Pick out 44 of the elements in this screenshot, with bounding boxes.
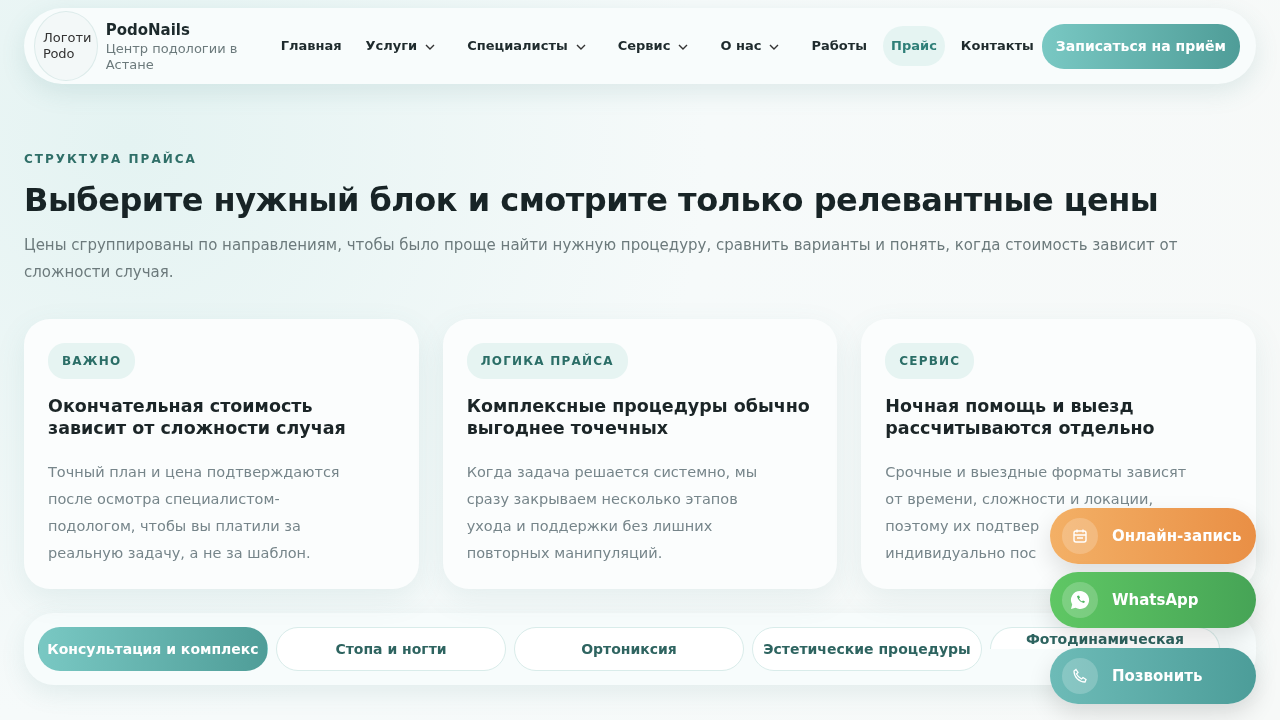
card-text-line: повторных манипуляций. bbox=[466, 544, 663, 563]
nav-link[interactable]: Главная bbox=[272, 26, 350, 66]
brand-name[interactable]: PodoNails bbox=[105, 18, 241, 41]
section-eyebrow: СТРУКТУРА ПРАЙСА bbox=[24, 150, 198, 168]
card-text-line: от времени, сложности и локации, bbox=[885, 490, 1154, 509]
category-tab[interactable]: Эстетические процедуры bbox=[752, 627, 982, 671]
card-text-line: Когда задача решается системно, мы bbox=[466, 463, 758, 482]
card-text-line: Срочные и выездные форматы зависят bbox=[885, 463, 1187, 482]
logo-alt-text: Podo bbox=[43, 46, 76, 63]
chevron-down-icon bbox=[678, 43, 689, 50]
card-tag: СЕРВИС bbox=[885, 343, 975, 379]
card-text-line: подологом, чтобы вы платили за bbox=[48, 517, 301, 536]
brand-tagline: Центр подологии в Астане bbox=[105, 41, 239, 74]
section-title: Выберите нужный блок и смотрите только релевантные цены bbox=[24, 180, 1160, 221]
card-text-line: после осмотра специалистом- bbox=[48, 490, 280, 509]
card-title: Окончательная стоимость зависит от сложности случая bbox=[48, 395, 347, 440]
nav-link[interactable]: Контакты bbox=[952, 26, 1042, 66]
phone-icon bbox=[1072, 668, 1088, 684]
nav-link[interactable]: Услуги bbox=[357, 26, 444, 66]
card-title: Ночная помощь и выезд рассчитываются отдельно bbox=[885, 395, 1156, 440]
category-tab[interactable]: Ортониксия bbox=[514, 627, 744, 671]
card-title: Комплексные процедуры обычно выгоднее точечных bbox=[466, 395, 811, 440]
calendar-icon bbox=[1072, 528, 1088, 544]
nav-link[interactable]: О нас bbox=[712, 26, 788, 66]
card-text-line: реальную задачу, а не за шаблон. bbox=[48, 544, 311, 563]
section-description: Цены сгруппированы по направлениям, чтобы было проще найти нужную процедуру, сравнить варианты и понять, когда стоимость зависит от сложности случая. bbox=[24, 235, 1179, 283]
card-text-line: ухода и поддержки без лишних bbox=[466, 517, 713, 536]
chevron-down-icon bbox=[575, 43, 586, 50]
card-tag: ЛОГИКА ПРАЙСА bbox=[466, 343, 628, 379]
card-text-line: индивидуально пос bbox=[885, 544, 1037, 563]
logo-alt-text: Логоти bbox=[43, 30, 93, 47]
category-tab[interactable]: Стопа и ногти bbox=[276, 627, 506, 671]
category-tab[interactable]: Фотодинамическая bbox=[990, 627, 1220, 649]
card-text-line: сразу закрываем несколько этапов bbox=[466, 490, 738, 509]
chevron-down-icon bbox=[425, 43, 436, 50]
card-text-line: Точный план и цена подтверждаются bbox=[48, 463, 340, 482]
card-tag: ВАЖНО bbox=[48, 343, 136, 379]
chevron-down-icon bbox=[769, 43, 780, 50]
nav-link[interactable]: Работы bbox=[803, 26, 876, 66]
card-text-line: поэтому их подтвер bbox=[885, 517, 1040, 536]
nav-link[interactable]: Специалисты bbox=[459, 26, 594, 66]
whatsapp-icon bbox=[1070, 590, 1090, 610]
nav-link[interactable]: Сервис bbox=[609, 26, 697, 66]
nav-link[interactable]: Прайс bbox=[883, 26, 945, 66]
